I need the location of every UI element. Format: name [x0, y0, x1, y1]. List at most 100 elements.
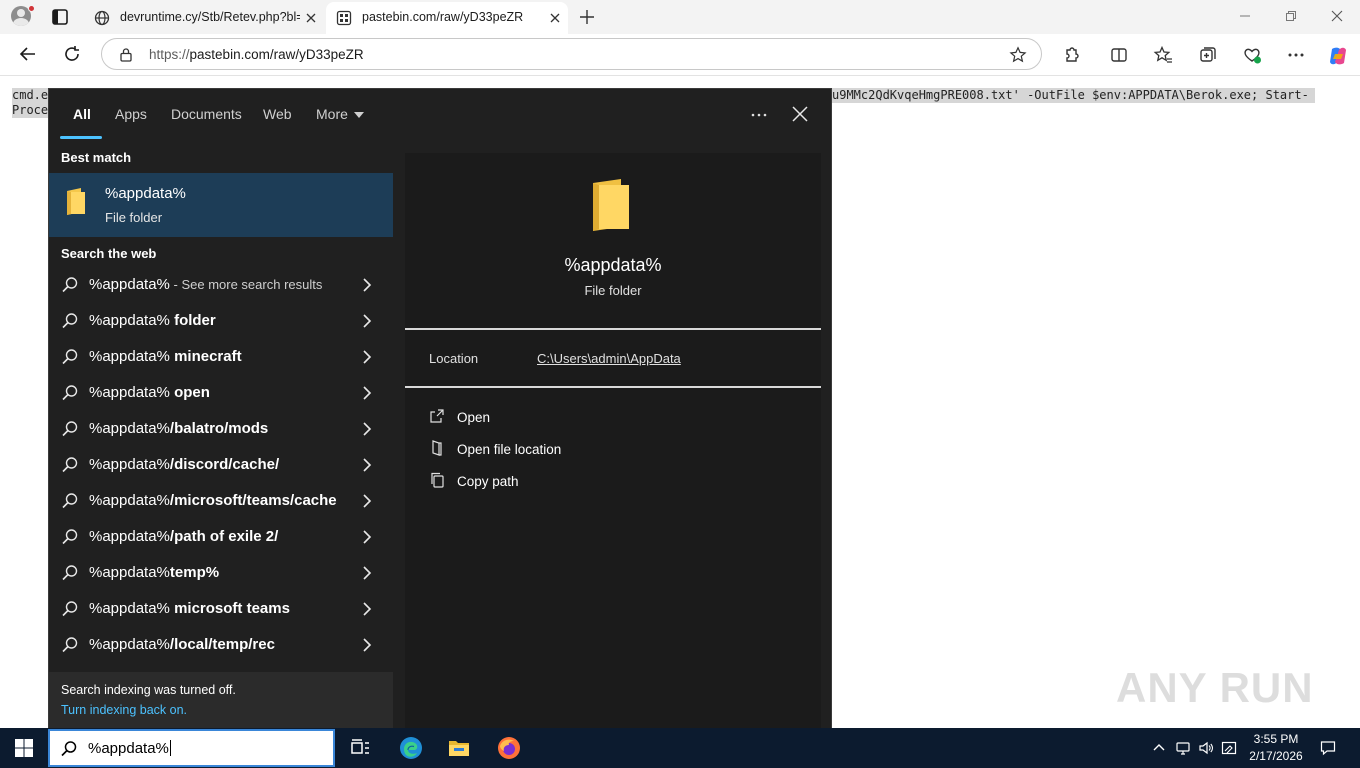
search-icon: [61, 600, 79, 618]
new-tab-plus-icon[interactable]: [578, 8, 596, 26]
web-result-item[interactable]: %appdata%/local/temp/rec: [49, 627, 393, 663]
copy-icon: [429, 472, 445, 488]
address-bar[interactable]: https://pastebin.com/raw/yD33peZR: [101, 38, 1042, 70]
chevron-right-icon: [361, 349, 373, 365]
chevron-right-icon: [361, 385, 373, 401]
raw-text-line-1-right: u9MMc2QdKvqeHmgPRE008.txt' -OutFile $env…: [832, 88, 1315, 103]
web-result-item[interactable]: %appdata% folder: [49, 303, 393, 339]
preview-name: %appdata%: [564, 255, 662, 275]
tab-title: pastebin.com/raw/yD33peZR: [362, 10, 524, 24]
web-result-text: %appdata% microsoft teams: [89, 600, 290, 617]
chevron-right-icon: [361, 313, 373, 329]
search-web-heading: Search the web: [61, 246, 157, 261]
show-hidden-icons-chevron-icon[interactable]: [1151, 740, 1167, 756]
best-match-heading: Best match: [61, 150, 132, 165]
notification-dot: [28, 5, 35, 12]
chevron-right-icon: [361, 277, 373, 293]
window-close-icon[interactable]: [1330, 9, 1344, 23]
web-result-text: %appdata% minecraft: [89, 348, 242, 365]
browser-toolbar: https://pastebin.com/raw/yD33peZR: [0, 34, 1360, 76]
open-icon: [429, 408, 445, 424]
edge-browser-icon[interactable]: [399, 736, 423, 760]
web-result-item[interactable]: %appdata% minecraft: [49, 339, 393, 375]
search-options-ellipsis-icon[interactable]: [749, 105, 769, 125]
tab-title: devruntime.cy/Stb/Retev.php?bl=: [120, 10, 300, 24]
indexing-notice-text: Search indexing was turned off.: [61, 683, 236, 697]
web-result-text: %appdata% open: [89, 384, 210, 401]
location-path-link[interactable]: C:\Users\admin\AppData: [537, 351, 681, 366]
notifications-icon[interactable]: [1320, 740, 1336, 756]
more-options-icon[interactable]: [1286, 45, 1306, 65]
best-match-result[interactable]: %appdata% File folder: [49, 173, 393, 237]
divider: [405, 386, 821, 388]
split-screen-icon[interactable]: [1109, 45, 1129, 65]
turn-indexing-on-link[interactable]: Turn indexing back on.: [61, 703, 187, 717]
filter-tab-more[interactable]: More: [316, 106, 364, 122]
web-result-item[interactable]: %appdata% microsoft teams: [49, 591, 393, 627]
volume-icon[interactable]: [1198, 740, 1214, 756]
favorite-star-icon[interactable]: [1009, 46, 1027, 64]
location-label: Location: [429, 351, 479, 366]
search-close-icon[interactable]: [791, 105, 809, 123]
web-result-item[interactable]: %appdata%temp%: [49, 555, 393, 591]
web-result-text: %appdata% - See more search results: [89, 276, 323, 293]
taskbar-search-input[interactable]: %appdata%: [88, 740, 171, 757]
indexing-notice: Search indexing was turned off. Turn ind…: [49, 672, 393, 729]
result-preview-pane: %appdata% File folder Location C:\Users\…: [405, 153, 821, 729]
globe-icon: [94, 10, 110, 26]
web-result-item[interactable]: %appdata%/balatro/mods: [49, 411, 393, 447]
search-filter-tabs: All Apps Documents Web More: [49, 89, 831, 139]
preview-type: File folder: [584, 283, 642, 298]
browser-essentials-icon[interactable]: [1242, 45, 1262, 65]
search-icon: [61, 276, 79, 294]
windows-start-icon[interactable]: [14, 738, 34, 758]
anyrun-watermark-logo: ANY RUN: [1116, 664, 1314, 711]
tab-close-icon[interactable]: [304, 11, 318, 25]
tab-actions-icon[interactable]: [48, 7, 72, 27]
chevron-right-icon: [361, 529, 373, 545]
web-result-item[interactable]: %appdata%/path of exile 2/: [49, 519, 393, 555]
refresh-icon[interactable]: [62, 44, 82, 64]
file-explorer-icon[interactable]: [447, 736, 471, 760]
pen-workspace-icon[interactable]: [1221, 740, 1237, 756]
copilot-icon[interactable]: [1327, 45, 1347, 65]
extensions-puzzle-icon[interactable]: [1061, 45, 1081, 65]
taskbar-search-box[interactable]: %appdata%: [48, 729, 335, 767]
raw-text-line-1-left: cmd.e: [12, 88, 49, 103]
favorites-icon[interactable]: [1153, 45, 1173, 65]
filter-tab-all[interactable]: All: [73, 106, 91, 122]
tab-pastebin[interactable]: pastebin.com/raw/yD33peZR: [326, 2, 568, 34]
back-arrow-icon[interactable]: [18, 44, 38, 64]
address-url[interactable]: https://pastebin.com/raw/yD33peZR: [149, 47, 364, 62]
network-icon[interactable]: [1175, 740, 1191, 756]
minimize-icon[interactable]: [1238, 9, 1252, 23]
collections-icon[interactable]: [1198, 45, 1218, 65]
clock-time: 3:55 PM: [1253, 732, 1299, 746]
action-copy-path[interactable]: Copy path: [427, 470, 727, 496]
system-clock[interactable]: 3:55 PM 2/17/2026: [1236, 731, 1316, 765]
tab-devruntime[interactable]: devruntime.cy/Stb/Retev.php?bl=: [84, 2, 324, 34]
web-result-item[interactable]: %appdata% - See more search results: [49, 267, 393, 303]
web-result-text: %appdata%temp%: [89, 564, 220, 581]
lock-icon[interactable]: [119, 47, 133, 62]
web-result-item[interactable]: %appdata%/microsoft/teams/cache: [49, 483, 393, 519]
pastebin-favicon-icon: [336, 10, 352, 26]
web-result-item[interactable]: %appdata% open: [49, 375, 393, 411]
chevron-right-icon: [361, 493, 373, 509]
chevron-right-icon: [361, 601, 373, 617]
web-result-text: %appdata%/discord/cache/: [89, 456, 280, 473]
task-view-icon[interactable]: [349, 736, 373, 760]
action-open-file-location[interactable]: Open file location: [427, 438, 727, 464]
text-caret: [169, 740, 171, 756]
folder-large-icon: [589, 177, 633, 235]
filter-tab-documents[interactable]: Documents: [171, 106, 242, 122]
firefox-icon[interactable]: [497, 736, 521, 760]
action-open[interactable]: Open: [427, 406, 727, 432]
tab-close-icon[interactable]: [548, 11, 562, 25]
web-result-item[interactable]: %appdata%/discord/cache/: [49, 447, 393, 483]
file-location-icon: [429, 440, 445, 456]
profile-avatar[interactable]: [8, 5, 35, 29]
filter-tab-web[interactable]: Web: [263, 106, 292, 122]
restore-icon[interactable]: [1284, 9, 1298, 23]
filter-tab-apps[interactable]: Apps: [115, 106, 147, 122]
